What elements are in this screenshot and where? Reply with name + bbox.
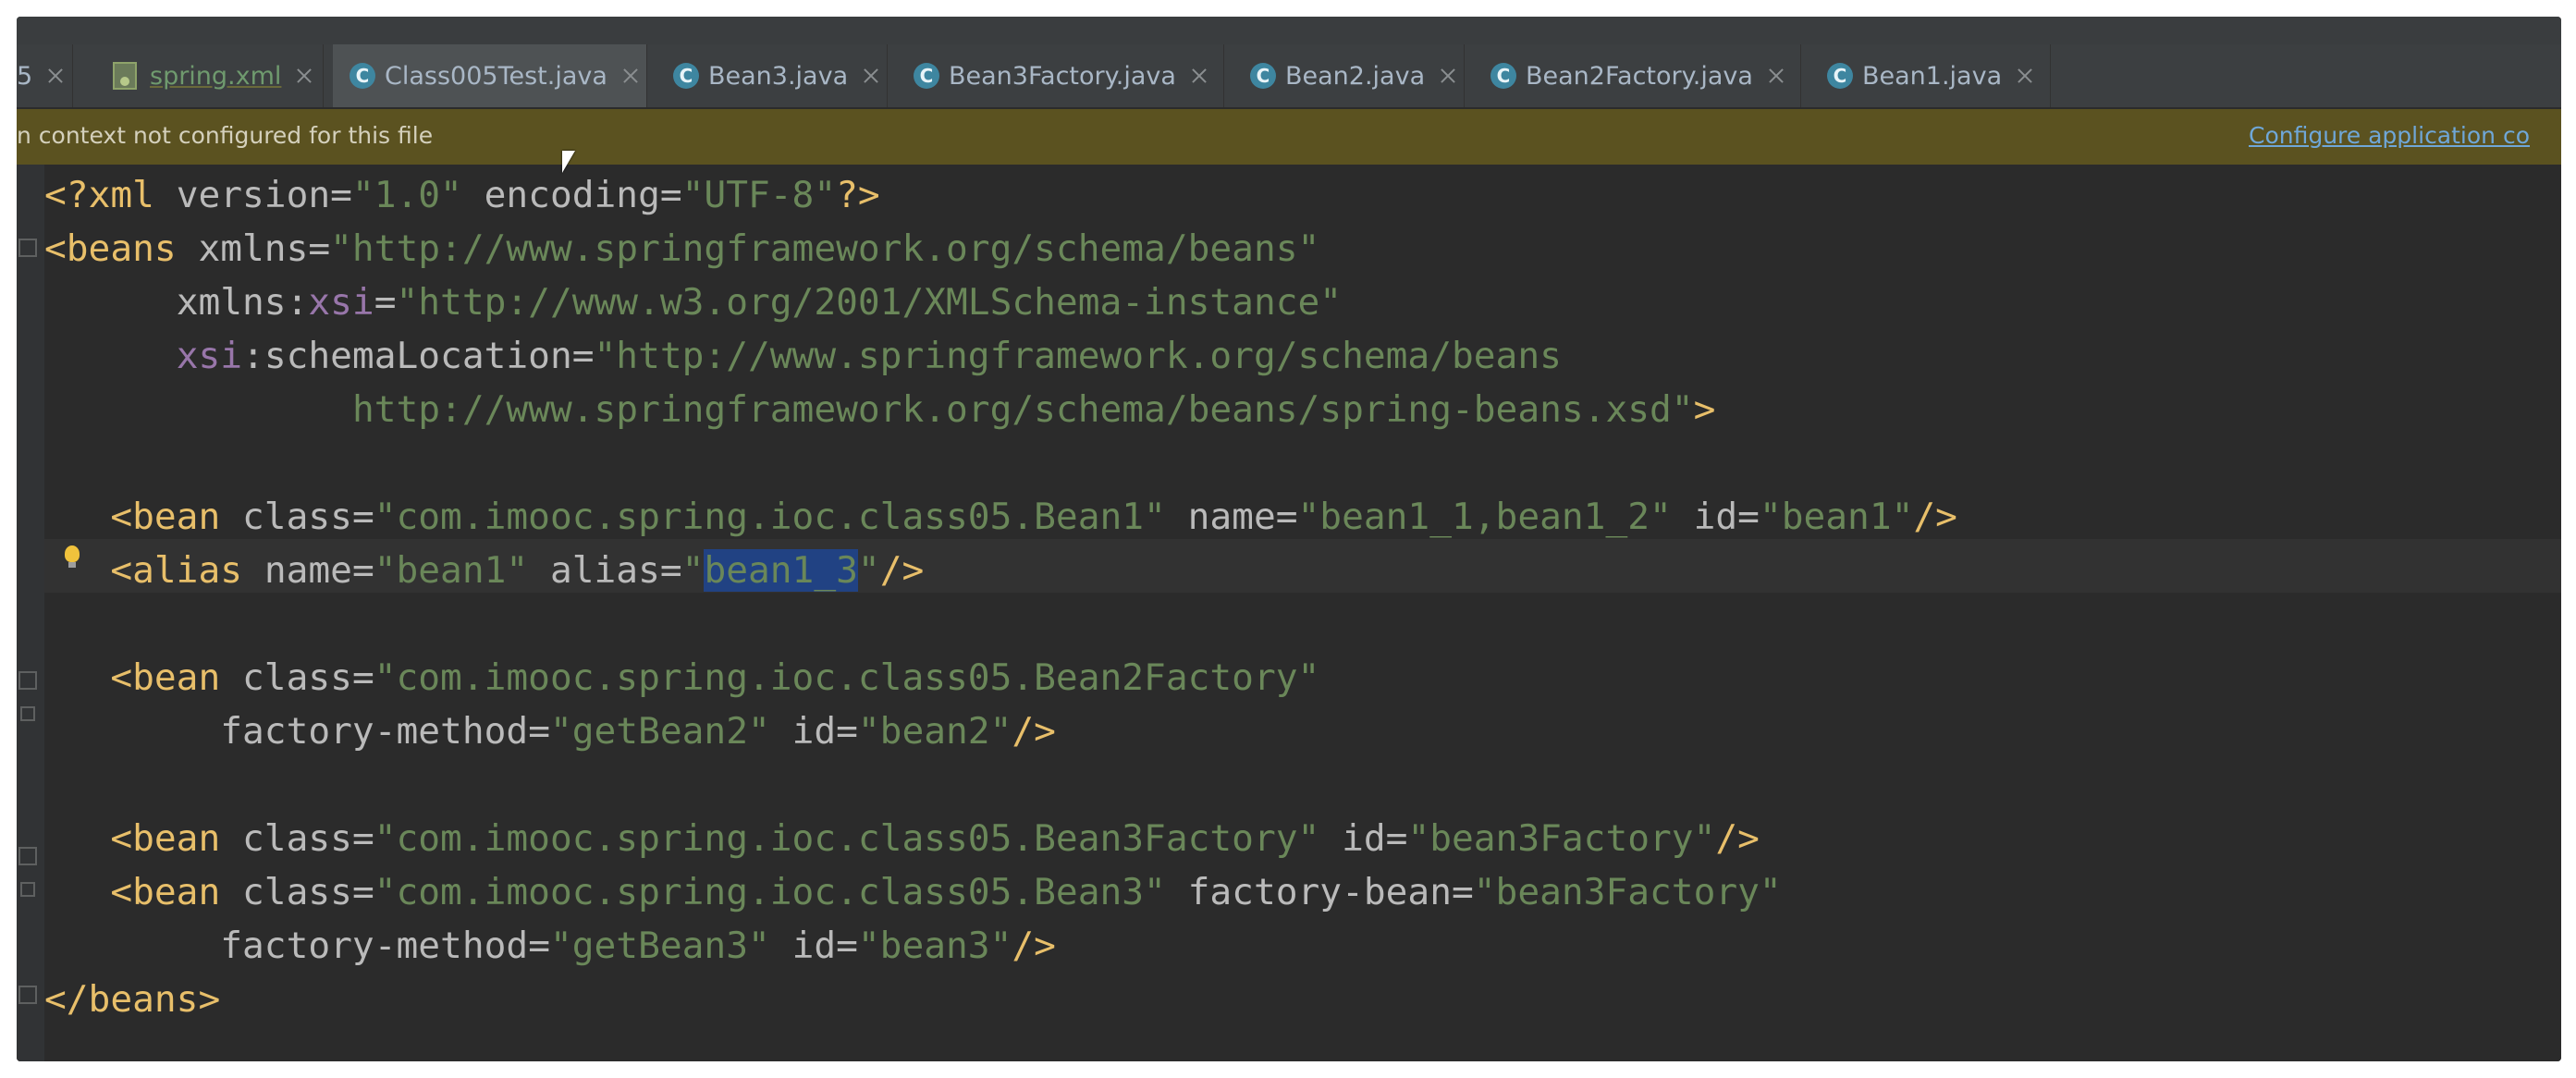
fold-marker-icon[interactable] [18,847,37,865]
tab-bean2[interactable]: C Bean2.java [1233,44,1465,107]
close-icon[interactable] [43,64,67,88]
code-line-3: xmlns:xsi="http://www.w3.org/2001/XMLSch… [176,281,1343,324]
tab-label: Bean2.java [1285,61,1426,91]
fold-marker-icon[interactable] [18,239,37,257]
tab-label: Bean1.java [1862,61,2003,91]
code-editor[interactable]: <?xml version="1.0" encoding="UTF-8"?> <… [17,165,2561,1061]
editor-gutter [17,165,44,1061]
mouse-cursor-icon [562,151,575,173]
banner-message: n context not configured for this file [17,122,434,149]
java-class-icon: C [673,63,699,89]
editor-tab-bar: 5 spring.xml C Class005Test.java C Bean3… [17,44,2561,109]
java-class-icon: C [1250,63,1276,89]
close-icon[interactable] [2013,64,2037,88]
code-line-9: factory-method="getBean2" id="bean2"/> [220,710,1056,753]
code-line-2: <beans xmlns="http://www.springframework… [44,227,1320,270]
tab-bean3[interactable]: C Bean3.java [656,44,888,107]
java-class-icon: C [1827,63,1853,89]
code-line-1: <?xml version="1.0" encoding="UTF-8"?> [44,174,880,216]
ide-window: 5 spring.xml C Class005Test.java C Bean3… [17,17,2561,1061]
tab-spring-xml[interactable]: spring.xml [96,44,324,107]
close-icon[interactable] [1764,64,1788,88]
code-line-11: <bean class="com.imooc.spring.ioc.class0… [110,871,1782,913]
tab-label: Bean3Factory.java [949,61,1176,91]
java-class-icon: C [1490,63,1516,89]
tab-label: 5 [17,61,33,91]
close-icon[interactable] [1436,64,1460,88]
close-icon[interactable] [619,64,643,88]
java-class-icon: C [914,63,939,89]
code-line-8: <bean class="com.imooc.spring.ioc.class0… [110,656,1320,699]
code-line-12: factory-method="getBean3" id="bean3"/> [220,925,1056,967]
tab-bean3factory[interactable]: C Bean3Factory.java [897,44,1224,107]
tab-label: Bean2Factory.java [1526,61,1753,91]
code-line-6: <bean class="com.imooc.spring.ioc.class0… [110,496,1957,538]
tab-partial[interactable]: 5 [17,44,73,107]
close-icon[interactable] [859,64,883,88]
tab-label: Class005Test.java [385,61,607,91]
java-class-icon: C [350,63,375,89]
selected-text: bean1_3 [704,549,858,592]
title-strip [17,17,2561,44]
close-icon[interactable] [292,64,316,88]
close-icon[interactable] [1187,64,1211,88]
configure-application-context-link[interactable]: Configure application co [2249,122,2561,149]
code-line-5: http://www.springframework.org/schema/be… [351,388,1716,431]
notification-banner: n context not configured for this file C… [17,109,2561,165]
code-line-10: <bean class="com.imooc.spring.ioc.class0… [110,817,1760,860]
tab-class005test[interactable]: C Class005Test.java [333,44,647,107]
code-line-13: </beans> [44,978,221,1021]
tab-bean2factory[interactable]: C Bean2Factory.java [1474,44,1801,107]
code-line-4: xsi:schemaLocation="http://www.springfra… [176,335,1562,377]
code-line-7: <alias name="bean1" alias="bean1_3"/> [110,549,925,592]
fold-marker-icon[interactable] [18,671,37,690]
xml-file-icon [113,62,137,90]
tab-bean1[interactable]: C Bean1.java [1810,44,2051,107]
fold-marker-icon[interactable] [20,882,35,897]
tab-label: spring.xml [150,61,282,91]
fold-marker-icon[interactable] [18,986,37,1004]
tab-label: Bean3.java [708,61,849,91]
fold-marker-icon[interactable] [20,706,35,721]
